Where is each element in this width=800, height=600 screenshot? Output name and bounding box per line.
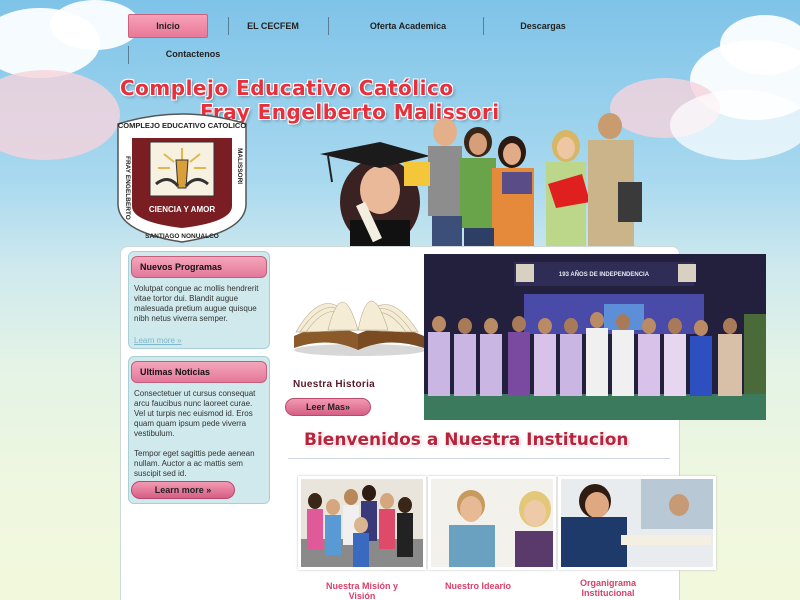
- crest-bottom-text: SANTIAGO NONUALCO: [145, 233, 219, 240]
- main-navigation: Inicio EL CECFEM Oferta Academica Descar…: [128, 12, 598, 68]
- sidebar-text: Consectetuer ut cursus consequat arcu fa…: [134, 389, 256, 438]
- cloud-decoration: [670, 90, 800, 160]
- nav-divider: [483, 17, 484, 35]
- crest-motto: CIENCIA Y AMOR: [149, 205, 215, 214]
- welcome-heading: Bienvenidos a Nuestra Institucion: [304, 430, 629, 450]
- learn-more-link[interactable]: Learn more »: [134, 336, 182, 345]
- nav-item-oferta-academica[interactable]: Oferta Academica: [338, 14, 478, 38]
- thumb-organigrama[interactable]: [558, 476, 716, 570]
- cloud-decoration: [50, 0, 140, 50]
- historia-label: Nuestra Historia: [293, 379, 376, 390]
- divider: [288, 458, 670, 459]
- institution-group-photo: 193 AÑOS DE INDEPENDENCIA: [424, 254, 766, 420]
- nav-divider: [128, 46, 129, 64]
- thumb-ideario[interactable]: [428, 476, 556, 570]
- sidebar-box-ultimas-noticias: Ultimas Noticias Consectetuer ut cursus …: [128, 356, 270, 504]
- crest-badge: FE: [178, 133, 187, 140]
- nav-item-contactenos[interactable]: Contactenos: [143, 42, 243, 66]
- thumb-label-organigrama[interactable]: Organigrama Institucional: [558, 578, 658, 598]
- crest-top-text: COMPLEJO EDUCATIVO CATOLICO: [118, 121, 247, 130]
- nav-divider: [228, 17, 229, 35]
- thumb-label-mision[interactable]: Nuestra Misión y Visión: [298, 581, 426, 600]
- sidebar-text: Tempor eget sagittis pede aenean nullam.…: [134, 449, 255, 478]
- open-book-image: [288, 270, 428, 360]
- thumb-label-ideario[interactable]: Nuestro Ideario: [428, 581, 528, 591]
- site-title-line1: Complejo Educativo Católico: [120, 76, 454, 100]
- school-crest-logo: COMPLEJO EDUCATIVO CATOLICO FE CIENCIA Y…: [112, 108, 252, 244]
- sidebar-heading: Ultimas Noticias: [131, 361, 267, 383]
- sidebar-box-nuevos-programas: Nuevos Programas Volutpat congue ac moll…: [128, 251, 270, 349]
- cloud-decoration: [720, 15, 800, 75]
- sidebar-text: Volutpat congue ac mollis hendrerit vita…: [134, 284, 259, 323]
- nav-item-inicio[interactable]: Inicio: [128, 14, 208, 38]
- crest-left-text: FRAY ENGELBERTO: [124, 156, 131, 220]
- photo-banner-text: 193 AÑOS DE INDEPENDENCIA: [559, 271, 650, 278]
- leer-mas-button[interactable]: Leer Mas»: [285, 398, 371, 416]
- crest-right-text: MALISSORI: [236, 148, 243, 184]
- thumb-mision-vision[interactable]: [298, 476, 426, 570]
- nav-item-el-cecfem[interactable]: EL CECFEM: [233, 14, 313, 38]
- cloud-decoration: [0, 70, 120, 160]
- nav-divider: [328, 17, 329, 35]
- sidebar-heading: Nuevos Programas: [131, 256, 267, 278]
- students-header-image: [320, 112, 670, 246]
- nav-item-descargas[interactable]: Descargas: [493, 14, 593, 38]
- learn-more-button[interactable]: Learn more »: [131, 481, 235, 499]
